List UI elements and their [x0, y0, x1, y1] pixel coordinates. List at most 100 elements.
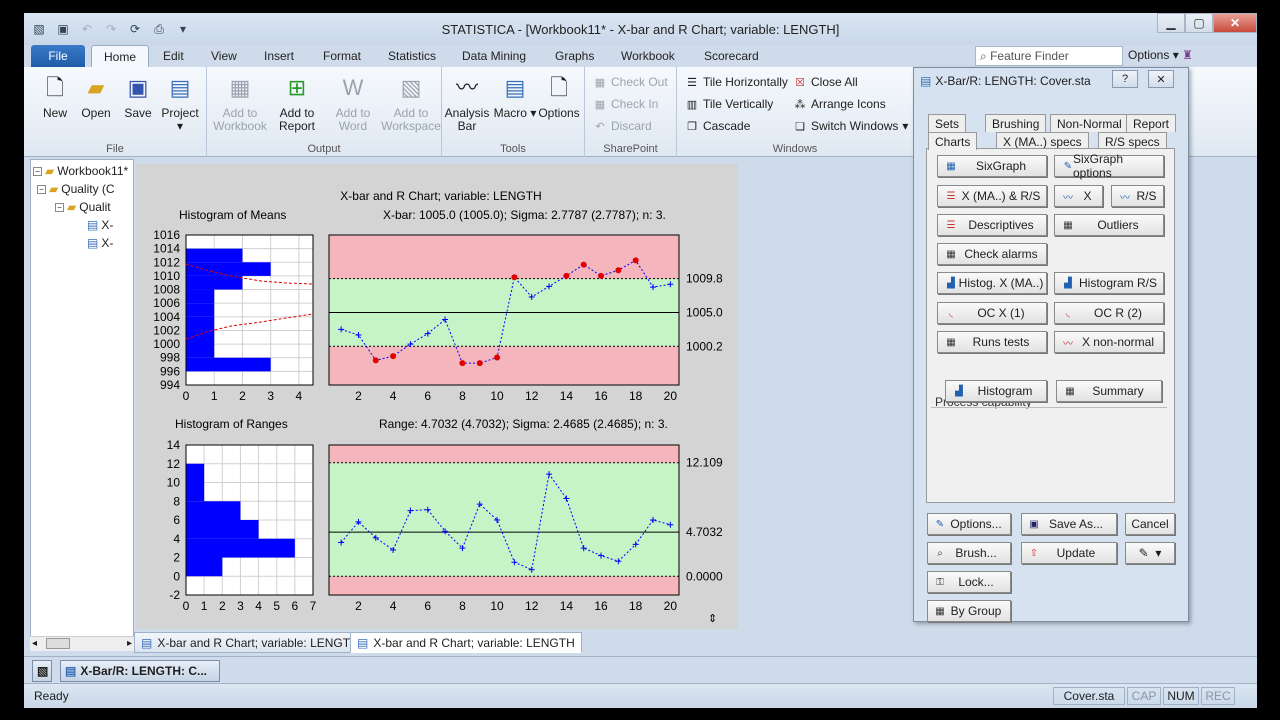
- brush-button[interactable]: ⌕ Brush...: [927, 542, 1011, 564]
- xbar-chart-alarm-point: [511, 274, 518, 281]
- save-as-button[interactable]: ▣ Save As...: [1021, 513, 1117, 535]
- close-all-button[interactable]: ☒ Close All: [793, 75, 858, 89]
- tab-view[interactable]: View: [211, 49, 237, 63]
- tab-format[interactable]: Format: [323, 49, 361, 63]
- options-button[interactable]: 🗋 Options: [536, 71, 582, 120]
- statistica-window: ▧ ▣ ↶ ↷ ⟳ ⎙ ▾ STATISTICA - [Workbook11* …: [24, 13, 1257, 708]
- add-to-word-button[interactable]: W Add to Word: [325, 71, 381, 133]
- doc-tab-1[interactable]: ▤ X-bar and R Chart; variable: LENGTH: [134, 632, 366, 653]
- range-chart-xtick-label: 20: [664, 599, 678, 613]
- help-button[interactable]: ?: [1112, 70, 1138, 88]
- lock-button[interactable]: ⚿ Lock...: [927, 571, 1011, 593]
- tree-node-xbar-2[interactable]: ▤ X-: [87, 236, 113, 250]
- discard-button[interactable]: ↶ Discard: [593, 119, 651, 133]
- hist-ranges-ytick-label: 4: [173, 532, 180, 546]
- analysis-bar-button[interactable]: 〰 Analysis Bar: [444, 71, 490, 133]
- tree-node-workbook[interactable]: − ▰ Workbook11*: [33, 164, 128, 178]
- tree-node-quality[interactable]: − ▰ Quality (C: [37, 182, 115, 196]
- sixgraph-options-button[interactable]: ✎ SixGraph options: [1054, 152, 1164, 180]
- tab-insert[interactable]: Insert: [264, 49, 294, 63]
- options-button[interactable]: ✎ Options...: [927, 513, 1011, 535]
- x-chart-button[interactable]: 〰 X: [1054, 185, 1103, 207]
- check-out-button[interactable]: ▦ Check Out: [593, 75, 668, 89]
- tree-node-quality-sub[interactable]: − ▰ Qualit: [55, 200, 111, 214]
- tab-edit[interactable]: Edit: [163, 49, 184, 63]
- project-button[interactable]: ▤ Project ▾: [157, 71, 203, 133]
- switch-windows-button[interactable]: ❏ Switch Windows ▾: [793, 119, 908, 133]
- tab-brushing[interactable]: Brushing: [985, 114, 1047, 132]
- cancel-button[interactable]: Cancel: [1125, 513, 1175, 535]
- scroll-right-icon[interactable]: ▸: [127, 638, 132, 649]
- hist-ranges-xtick-label: 0: [183, 599, 190, 613]
- macro-button[interactable]: ▤ Macro ▾: [492, 71, 538, 120]
- capability-summary-button[interactable]: ▦ Summary: [1056, 380, 1162, 402]
- tab-workbook[interactable]: Workbook: [621, 49, 675, 63]
- tab-statistics[interactable]: Statistics: [388, 49, 436, 63]
- check-in-button[interactable]: ▦ Check In: [593, 97, 659, 111]
- sixgraph-button[interactable]: ▦ SixGraph: [937, 155, 1047, 177]
- histogram-rs-button[interactable]: ▟ Histogram R/S: [1054, 272, 1164, 294]
- arrange-icons-button[interactable]: ⁂ Arrange Icons: [793, 97, 886, 111]
- hist-means-xtick-label: 2: [239, 389, 246, 403]
- update-button[interactable]: ⇧ Update: [1021, 542, 1117, 564]
- xbar-chart-alarm-point: [563, 272, 570, 279]
- add-to-workbook-button[interactable]: ▦ Add to Workbook: [211, 71, 269, 133]
- new-button[interactable]: 🗋 New: [32, 71, 78, 120]
- doc-tab-2[interactable]: ▤ X-bar and R Chart; variable: LENGTH: [350, 632, 582, 653]
- tab-scorecard[interactable]: Scorecard: [704, 49, 759, 63]
- tab-charts[interactable]: Charts: [928, 132, 978, 150]
- x-chart-icon: 〰: [1063, 192, 1073, 204]
- maximize-icon[interactable]: ▢: [1185, 13, 1213, 33]
- open-button[interactable]: ▰ Open: [73, 71, 119, 120]
- rs-chart-button[interactable]: 〰 R/S: [1111, 185, 1164, 207]
- histog-x-button[interactable]: ▟ Histog. X (MA..): [937, 272, 1047, 294]
- tile-horizontally-button[interactable]: ☰ Tile Horizontally: [685, 75, 788, 89]
- hist-ranges-xtick-label: 4: [255, 599, 262, 613]
- hist-ranges-xtick-label: 6: [292, 599, 299, 613]
- tools-dropdown-button[interactable]: ✎ ▾: [1125, 542, 1175, 564]
- oc-x-button[interactable]: ◟ OC X (1): [937, 302, 1047, 324]
- close-icon[interactable]: ✕: [1213, 13, 1257, 33]
- check-alarms-button[interactable]: ▦ Check alarms: [937, 243, 1047, 265]
- capability-histogram-button[interactable]: ▟ Histogram: [945, 380, 1047, 402]
- x-non-normal-button[interactable]: 〰 X non-normal: [1054, 331, 1164, 353]
- tree-node-xbar-1[interactable]: ▤ X-: [87, 218, 113, 232]
- status-file: Cover.sta: [1053, 687, 1125, 705]
- capability-histogram-icon: ▟: [955, 385, 963, 397]
- taskbar-item-dialog[interactable]: ▤ X-Bar/R: LENGTH: C...: [60, 660, 220, 682]
- add-to-workspace-button[interactable]: ▧ Add to Workspace: [381, 71, 441, 133]
- tab-report[interactable]: Report: [1126, 114, 1177, 132]
- tree-horizontal-scrollbar[interactable]: ◂ ▸: [30, 636, 134, 651]
- hist-means-ytick-label: 1000: [153, 337, 180, 351]
- arrange-icons-icon: ⁂: [794, 98, 806, 111]
- tab-graphs[interactable]: Graphs: [555, 49, 594, 63]
- sixgraph-icon: ▦: [946, 160, 956, 172]
- x-ma-rs-button[interactable]: ☰ X (MA..) & R/S: [937, 185, 1047, 207]
- outliers-button[interactable]: ▦ Outliers: [1054, 214, 1164, 236]
- tab-non-normal[interactable]: Non-Normal: [1050, 114, 1129, 132]
- file-tab[interactable]: File: [31, 45, 85, 67]
- minimize-icon[interactable]: ▁: [1157, 13, 1185, 33]
- range-chart-control-zone: [329, 462, 679, 577]
- feature-finder-input[interactable]: ⌕ Feature Finder: [975, 46, 1123, 66]
- descriptives-button[interactable]: ☰ Descriptives: [937, 214, 1047, 236]
- tab-data-mining[interactable]: Data Mining: [462, 49, 526, 63]
- hist-means-ytick-label: 1012: [153, 255, 180, 269]
- floppy-icon: ▣: [127, 74, 149, 100]
- oc-r-button[interactable]: ◟ OC R (2): [1054, 302, 1164, 324]
- options-menu[interactable]: Options ▾ ♜: [1128, 48, 1193, 62]
- tab-home[interactable]: Home: [91, 45, 150, 68]
- hist-ranges-ytick-label: 14: [167, 438, 181, 452]
- add-to-report-button[interactable]: ⊞ Add to Report: [269, 71, 325, 133]
- tile-vertically-button[interactable]: ▥ Tile Vertically: [685, 97, 773, 111]
- dialog-close-icon[interactable]: ✕: [1148, 70, 1174, 88]
- tab-sets[interactable]: Sets: [928, 114, 967, 132]
- runs-tests-button[interactable]: ▦ Runs tests: [937, 331, 1047, 353]
- scroll-thumb[interactable]: [46, 638, 70, 649]
- app-minimized-icon[interactable]: ▧: [32, 660, 52, 682]
- save-button[interactable]: ▣ Save: [115, 71, 161, 120]
- scroll-left-icon[interactable]: ◂: [32, 638, 37, 649]
- by-group-button[interactable]: ▦ By Group: [927, 600, 1011, 622]
- cascade-button[interactable]: ❐ Cascade: [685, 119, 750, 133]
- range-chart-xtick-label: 14: [560, 599, 574, 613]
